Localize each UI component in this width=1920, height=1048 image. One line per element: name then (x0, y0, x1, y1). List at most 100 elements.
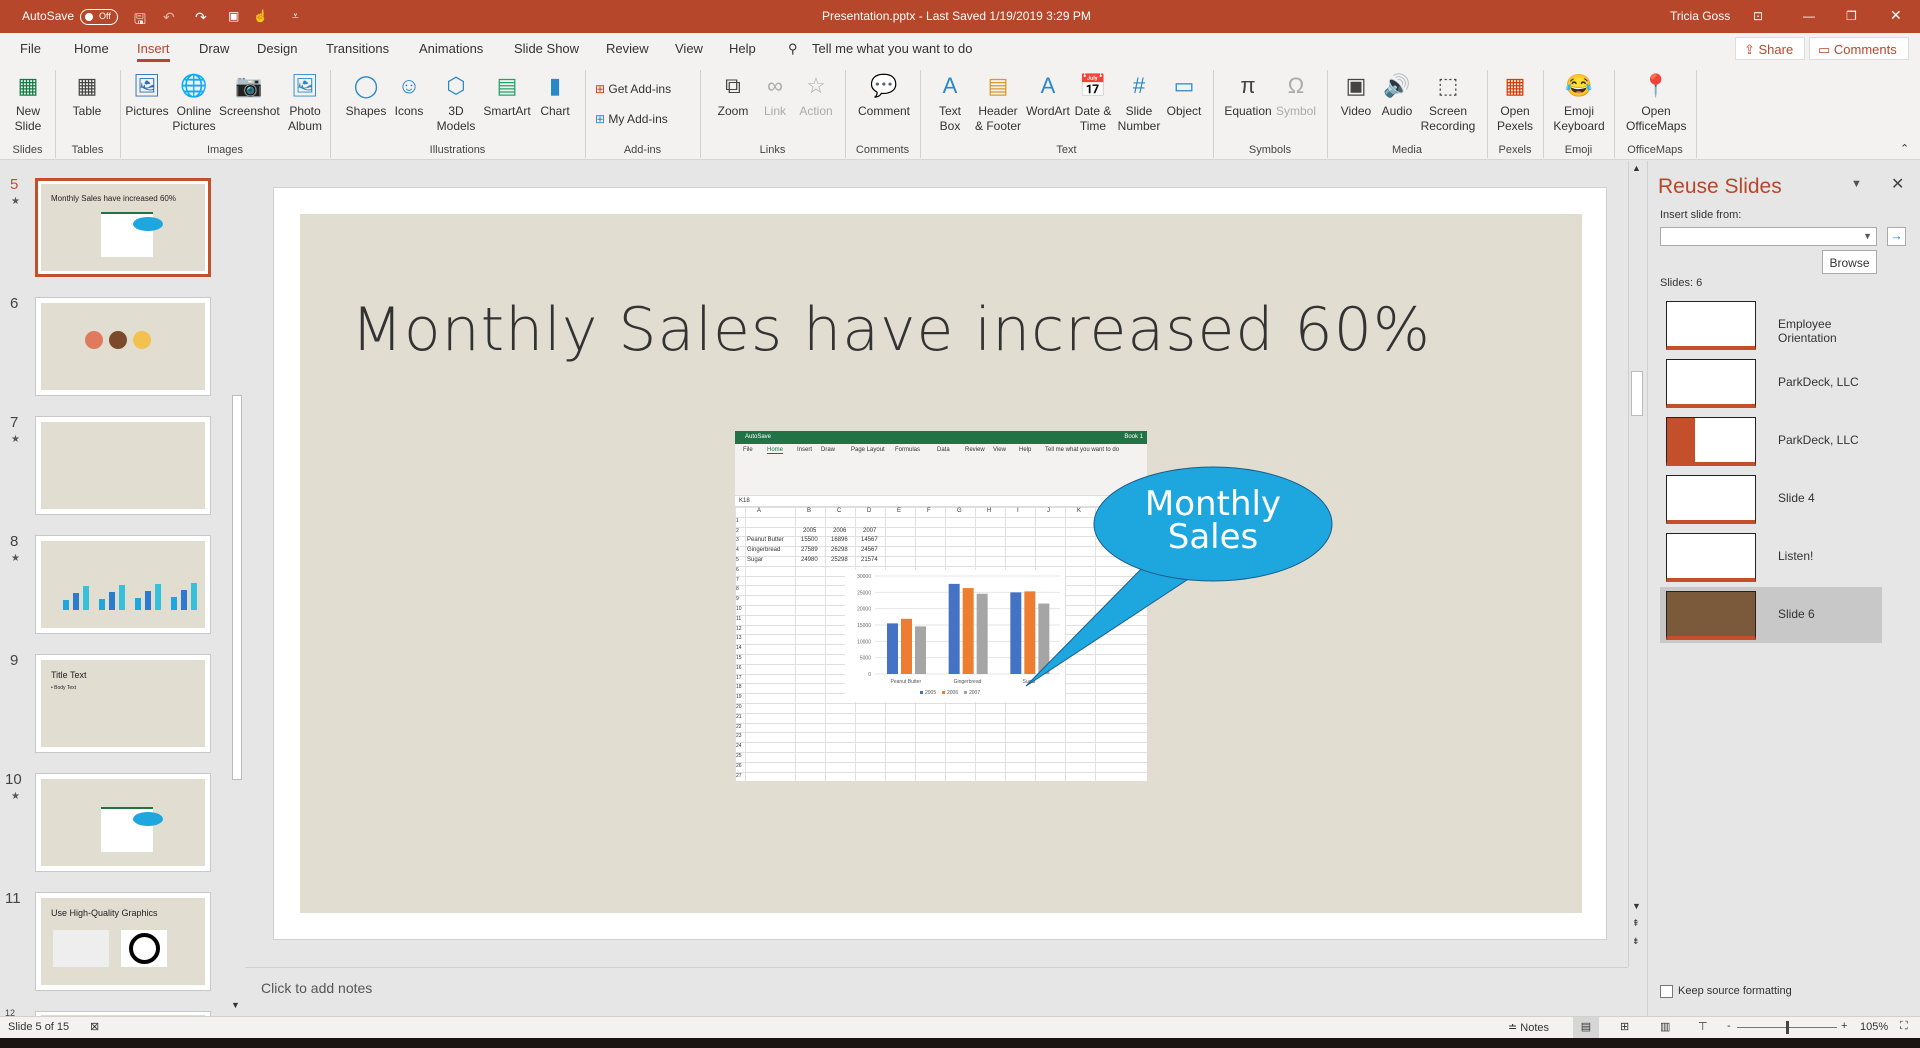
close-icon[interactable]: ✕ (1890, 7, 1902, 24)
pexels-button[interactable]: ▦ Open Pexels (1485, 70, 1545, 134)
slide-show-icon[interactable]: ⊤ (1698, 1020, 1708, 1033)
reuse-slide-label: ParkDeck, LLC (1778, 375, 1859, 389)
editor-scrollbar[interactable]: ▲ ▼ ⇞ ⇟ (1628, 161, 1646, 967)
bar-chart[interactable]: 0 5000 10000 15000 20000 25000 30000 Peanut But… (845, 570, 1065, 702)
search-icon[interactable]: ⚲ (788, 41, 798, 57)
customize-qat-icon[interactable]: ⩡ (292, 9, 299, 24)
action-button[interactable]: ☆ Action (786, 70, 846, 119)
slide-thumbnail[interactable]: Title Text • Body Text (35, 654, 211, 753)
go-arrow-icon[interactable]: → (1887, 227, 1906, 246)
scroll-up-icon[interactable]: ▲ (1632, 163, 1641, 173)
slide-thumbnail[interactable] (35, 535, 211, 634)
screen-recording-button[interactable]: ⬚ Screen Recording (1418, 70, 1478, 134)
online-pictures-button[interactable]: 🌐 Online Pictures (164, 70, 224, 134)
slide-thumbnail[interactable] (35, 773, 211, 872)
reuse-slide-item[interactable]: ParkDeck, LLC (1660, 413, 1882, 469)
chevron-down-icon: ▼ (1863, 231, 1872, 241)
button-label: Comment (857, 104, 910, 118)
touch-mode-icon[interactable]: ☝ (253, 9, 268, 23)
redo-icon[interactable]: ↷ (195, 9, 207, 26)
zoom-level[interactable]: 105% (1860, 1021, 1888, 1033)
tell-me-search[interactable]: Tell me what you want to do (812, 41, 972, 56)
accessibility-icon[interactable]: ⊠ (90, 1020, 99, 1033)
zoom-slider-thumb[interactable] (1786, 1021, 1790, 1034)
notes-placeholder[interactable]: Click to add notes (261, 980, 372, 996)
map-pin-button[interactable]: 📍 Open OfficeMaps (1626, 70, 1686, 134)
zoom-in-icon[interactable]: + (1841, 1020, 1847, 1032)
comment-button[interactable]: 💬 Comment (854, 70, 914, 119)
notes-button[interactable]: ≐ Notes (1508, 1021, 1549, 1034)
slide-thumbnail[interactable] (35, 416, 211, 515)
tab-transitions[interactable]: Transitions (326, 41, 389, 56)
button-label: Object (1166, 104, 1202, 118)
thumbnail-content (41, 541, 205, 628)
close-pane-icon[interactable]: ✕ (1891, 174, 1904, 194)
chart-button[interactable]: ▮ Chart (525, 70, 585, 119)
excel-screenshot-image[interactable]: AutoSave Book 1 File Home Insert Draw Page L… (735, 431, 1147, 781)
autosave-toggle[interactable]: Off (80, 8, 118, 25)
tab-insert[interactable]: Insert (137, 41, 170, 62)
tab-help[interactable]: Help (729, 41, 756, 56)
tab-view[interactable]: View (675, 41, 703, 56)
tab-home[interactable]: Home (74, 41, 109, 56)
present-icon[interactable]: ▣ (228, 9, 239, 23)
tab-file[interactable]: File (20, 41, 41, 56)
slide-thumbnail[interactable] (35, 297, 211, 396)
emoji-button[interactable]: 😂 Emoji Keyboard (1549, 70, 1609, 134)
photo-album-button[interactable]: 🖼 Photo Album (275, 70, 335, 134)
slide-thumbnail[interactable]: Monthly Sales have increased 60% (35, 178, 211, 277)
undo-icon[interactable]: ↶ (163, 9, 175, 26)
scroll-down-icon[interactable]: ▼ (1632, 901, 1641, 911)
reading-view-icon[interactable]: ▥ (1660, 1020, 1670, 1033)
row-header: 16 (736, 664, 742, 671)
tab-slide-show[interactable]: Slide Show (514, 41, 579, 56)
slide-sorter-icon[interactable]: ⊞ (1620, 1020, 1629, 1033)
new-slide-button[interactable]: ▦ New Slide (0, 70, 58, 134)
insert-from-dropdown[interactable]: ▼ (1660, 227, 1877, 246)
keep-source-checkbox[interactable] (1660, 985, 1673, 998)
ribbon-display-icon[interactable]: ⊡ (1753, 9, 1763, 23)
thumbnail-scrollbar[interactable]: ▼ (230, 170, 244, 1015)
tab-design[interactable]: Design (257, 41, 297, 56)
share-button[interactable]: ⇪ Share (1735, 37, 1805, 60)
browse-button[interactable]: Browse (1822, 250, 1877, 274)
zoom-slider[interactable] (1737, 1021, 1837, 1034)
zoom-out-icon[interactable]: - (1727, 1020, 1731, 1032)
reuse-slide-item[interactable]: Listen! (1660, 529, 1882, 585)
user-name[interactable]: Tricia Goss (1670, 9, 1730, 23)
reuse-slide-item[interactable]: ParkDeck, LLC (1660, 355, 1882, 411)
tab-review[interactable]: Review (606, 41, 649, 56)
fit-slide-icon[interactable]: ⛶ (1900, 1020, 1908, 1033)
tab-animations[interactable]: Animations (419, 41, 483, 56)
comments-button[interactable]: ▭ Comments (1809, 37, 1909, 60)
save-icon[interactable]: 🖫 (134, 9, 146, 33)
screenshot-button[interactable]: 📷 Screenshot (219, 70, 280, 119)
bar-2007-gingerbread (976, 593, 988, 674)
get-add-ins-button[interactable]: ⊞ Get Add-ins (595, 82, 671, 96)
thumbnail-title: Monthly Sales have increased 60% (51, 194, 176, 203)
previous-slide-icon[interactable]: ⇞ (1632, 918, 1640, 929)
tab-draw[interactable]: Draw (199, 41, 229, 56)
pane-options-icon[interactable]: ▼ (1851, 178, 1862, 190)
notes-pane[interactable]: Click to add notes (245, 967, 1628, 1015)
object-button[interactable]: ▭ Object (1154, 70, 1214, 119)
minimize-icon[interactable]: — (1803, 9, 1815, 23)
reuse-slide-item[interactable]: Slide 6 (1660, 587, 1882, 643)
row-header: 11 (736, 615, 742, 622)
scroll-down-icon[interactable]: ▼ (231, 1000, 240, 1010)
next-slide-icon[interactable]: ⇟ (1632, 936, 1640, 947)
my-add-ins-button[interactable]: ⊞ My Add-ins (595, 112, 668, 126)
symbol-button[interactable]: Ω Symbol (1266, 70, 1326, 119)
callout-text[interactable]: Monthly Sales (1110, 487, 1316, 554)
slide-title[interactable]: Monthly Sales have increased 60% (300, 295, 1482, 365)
reuse-slide-item[interactable]: Slide 4 (1660, 471, 1882, 527)
scroll-thumb[interactable] (1631, 371, 1643, 416)
collapse-ribbon-icon[interactable]: ⌃ (1900, 142, 1909, 155)
slide-thumbnail[interactable]: Use High-Quality Graphics (35, 892, 211, 991)
table-button[interactable]: ▦ Table (57, 70, 117, 119)
document-title[interactable]: Presentation.pptx - Last Saved 1/19/2019… (822, 9, 1091, 23)
reuse-slide-item[interactable]: Employee Orientation (1660, 297, 1882, 353)
restore-icon[interactable]: ❐ (1846, 9, 1857, 23)
normal-view-icon[interactable]: ▤ (1573, 1017, 1599, 1038)
scroll-thumb[interactable] (232, 395, 242, 780)
